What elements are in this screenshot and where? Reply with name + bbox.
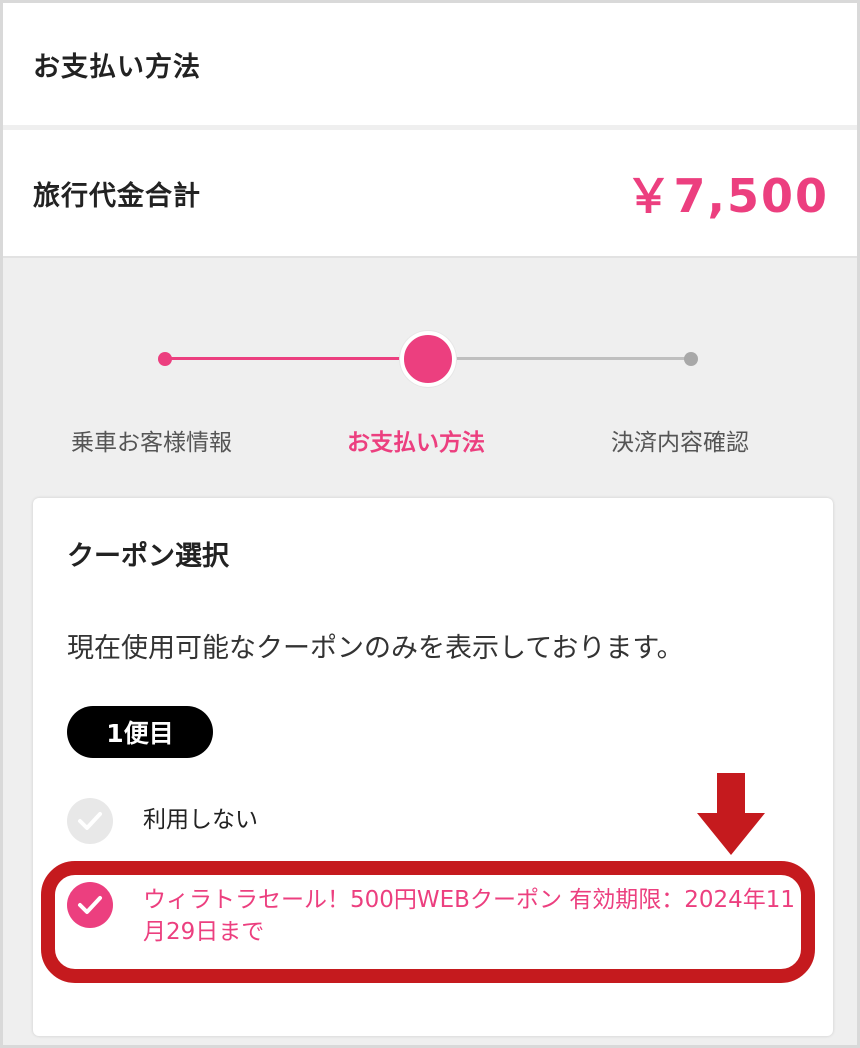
coupon-title: クーポン選択 — [67, 541, 229, 572]
page-title: お支払い方法 — [33, 51, 201, 83]
step-dot-confirm — [684, 352, 698, 366]
total-label: 旅行代金合計 — [33, 180, 201, 212]
step-dot-payment — [400, 331, 456, 387]
step-dot-passenger — [158, 352, 172, 366]
payment-page: お支払い方法 旅行代金合計 ￥7,500 乗車お客様情報 お支払い方法 決済内容… — [3, 3, 857, 1045]
arrow-down-icon — [697, 773, 765, 855]
total-amount: ￥7,500 — [625, 169, 829, 223]
stepper-line-done — [165, 357, 429, 360]
progress-stepper: 乗車お客様情報 お支払い方法 決済内容確認 — [3, 323, 857, 463]
page-header: お支払い方法 — [3, 3, 857, 125]
step-label-confirm: 決済内容確認 — [611, 430, 749, 456]
coupon-option-label: 利用しない — [143, 807, 258, 833]
check-circle-icon[interactable] — [67, 798, 113, 844]
total-price-row: 旅行代金合計 ￥7,500 — [3, 130, 857, 258]
highlight-box — [41, 861, 815, 983]
coupon-option-none[interactable]: 利用しない — [67, 798, 258, 844]
step-label-passenger: 乗車お客様情報 — [71, 430, 232, 456]
step-label-payment: お支払い方法 — [347, 430, 485, 456]
coupon-note: 現在使用可能なクーポンのみを表示しております。 — [67, 633, 684, 664]
stepper-line-todo — [429, 357, 691, 360]
flight-badge: 1便目 — [67, 706, 213, 758]
